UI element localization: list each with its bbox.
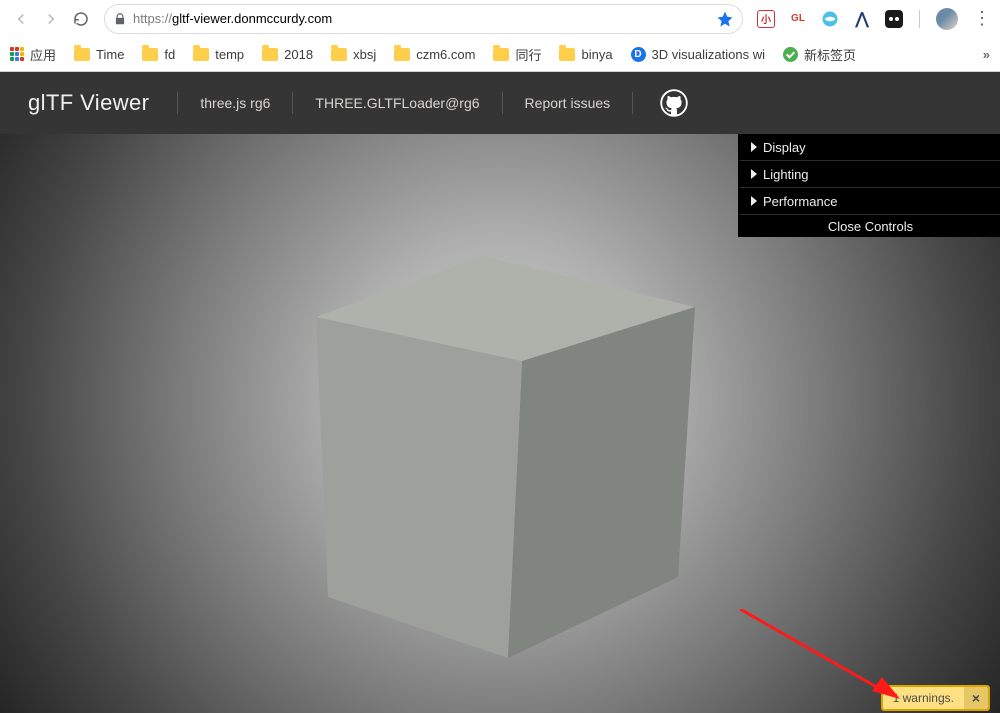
gui-folder-performance[interactable]: Performance bbox=[738, 188, 1000, 215]
gui-close-button[interactable]: Close Controls bbox=[738, 215, 1000, 237]
divider bbox=[632, 92, 633, 114]
folder-icon bbox=[394, 48, 410, 61]
bookmark-folder[interactable]: xbsj bbox=[331, 47, 376, 62]
extension-5-icon[interactable] bbox=[885, 10, 903, 28]
reload-button[interactable] bbox=[68, 6, 94, 32]
bookmarks-bar: 应用 Time fd temp 2018 xbsj czm6.com 同行 bi… bbox=[0, 37, 1000, 71]
bookmark-folder[interactable]: 同行 bbox=[493, 45, 541, 64]
bookmark-folder[interactable]: Time bbox=[74, 47, 124, 62]
folder-icon bbox=[262, 48, 278, 61]
toolbar-row: https://gltf-viewer.donmccurdy.com 小 GL … bbox=[0, 0, 1000, 37]
gui-label: Performance bbox=[763, 194, 837, 209]
folder-icon bbox=[331, 48, 347, 61]
lock-icon bbox=[113, 12, 127, 26]
bookmarks-overflow-button[interactable]: » bbox=[983, 47, 990, 62]
apps-label: 应用 bbox=[30, 45, 56, 64]
bookmark-star-icon[interactable] bbox=[716, 10, 734, 28]
bookmark-folder[interactable]: 2018 bbox=[262, 47, 313, 62]
browser-chrome: https://gltf-viewer.donmccurdy.com 小 GL … bbox=[0, 0, 1000, 72]
bookmark-link[interactable]: D3D visualizations wi bbox=[631, 47, 765, 62]
gui-label: Lighting bbox=[763, 167, 809, 182]
chrome-menu-button[interactable]: ⋮ bbox=[972, 9, 992, 29]
toast-text[interactable]: 1 warnings. bbox=[883, 687, 964, 709]
url-text: https://gltf-viewer.donmccurdy.com bbox=[133, 11, 716, 26]
toast-close-button[interactable]: × bbox=[964, 687, 988, 709]
divider bbox=[502, 92, 503, 114]
extension-gl-icon[interactable]: GL bbox=[789, 10, 807, 28]
divider bbox=[177, 92, 178, 114]
extension-4-icon[interactable]: ⋀ bbox=[853, 10, 871, 28]
back-button[interactable] bbox=[8, 6, 34, 32]
app-title: glTF Viewer bbox=[28, 90, 149, 116]
profile-avatar[interactable] bbox=[936, 8, 958, 30]
bookmark-folder[interactable]: binya bbox=[559, 47, 612, 62]
extension-1-icon[interactable]: 小 bbox=[757, 10, 775, 28]
report-issues-link[interactable]: Report issues bbox=[525, 95, 611, 111]
folder-icon bbox=[74, 48, 90, 61]
chevron-right-icon bbox=[751, 169, 757, 179]
gui-folder-lighting[interactable]: Lighting bbox=[738, 161, 1000, 188]
address-bar[interactable]: https://gltf-viewer.donmccurdy.com bbox=[104, 4, 743, 34]
apps-icon bbox=[10, 47, 24, 61]
extension-3-icon[interactable] bbox=[821, 10, 839, 28]
warnings-toast: 1 warnings. × bbox=[881, 685, 990, 711]
app-header: glTF Viewer three.js rg6 THREE.GLTFLoade… bbox=[0, 72, 1000, 134]
forward-button[interactable] bbox=[38, 6, 64, 32]
divider bbox=[919, 10, 920, 28]
folder-icon bbox=[493, 48, 509, 61]
gui-label: Display bbox=[763, 140, 806, 155]
annotation-arrow bbox=[740, 609, 900, 699]
folder-icon bbox=[142, 48, 158, 61]
threejs-link[interactable]: three.js rg6 bbox=[200, 95, 270, 111]
loader-link[interactable]: THREE.GLTFLoader@rg6 bbox=[315, 95, 479, 111]
folder-icon bbox=[193, 48, 209, 61]
gui-panel: Display Lighting Performance Close Contr… bbox=[738, 134, 1000, 237]
chevron-right-icon bbox=[751, 142, 757, 152]
site-icon: D bbox=[631, 47, 646, 62]
bookmark-folder[interactable]: fd bbox=[142, 47, 175, 62]
bookmark-link[interactable]: 新标签页 bbox=[783, 45, 856, 64]
extensions-row: 小 GL ⋀ ⋮ bbox=[757, 8, 992, 30]
gui-folder-display[interactable]: Display bbox=[738, 134, 1000, 161]
cube-model bbox=[314, 256, 698, 658]
chevron-right-icon bbox=[751, 196, 757, 206]
bookmark-folder[interactable]: czm6.com bbox=[394, 47, 475, 62]
app: glTF Viewer three.js rg6 THREE.GLTFLoade… bbox=[0, 72, 1000, 713]
folder-icon bbox=[559, 48, 575, 61]
github-icon[interactable] bbox=[659, 88, 689, 118]
divider bbox=[292, 92, 293, 114]
apps-button[interactable]: 应用 bbox=[10, 45, 56, 64]
site-icon bbox=[783, 47, 798, 62]
viewport[interactable]: Display Lighting Performance Close Contr… bbox=[0, 134, 1000, 713]
bookmark-folder[interactable]: temp bbox=[193, 47, 244, 62]
